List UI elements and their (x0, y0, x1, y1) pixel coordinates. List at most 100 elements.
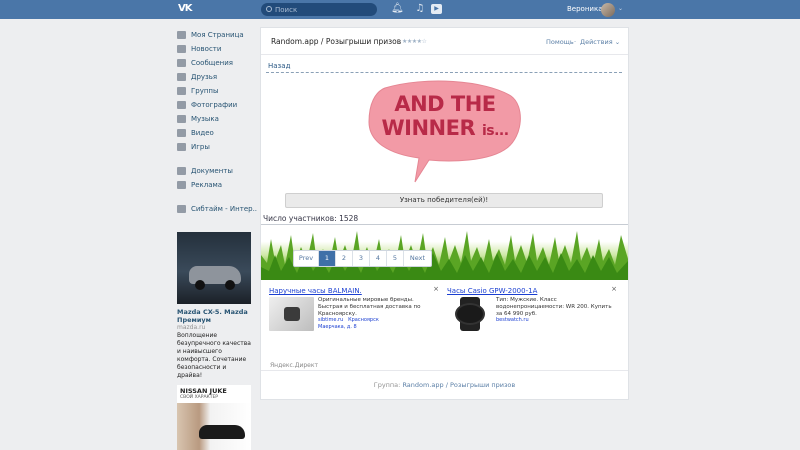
sidebar-item-messages[interactable]: Сообщения (175, 56, 255, 70)
avatar[interactable] (601, 3, 615, 17)
banner-line-1: AND THE (394, 92, 496, 116)
ad-title-link[interactable]: Часы Casio GPW-2000-1A (447, 287, 537, 295)
sidebar-item-ads[interactable]: Реклама (175, 178, 255, 192)
divider (261, 370, 628, 371)
ad-subtitle: СВОЙ ХАРАКТЕР (180, 395, 219, 400)
friends-icon (177, 73, 186, 81)
sidebar-ad-mazda[interactable]: Mazda CX-5. Mazda Премиум mazda.ru Вопло… (177, 232, 251, 380)
participants-count: Число участников: 1528 (263, 214, 359, 223)
dashed-divider (266, 72, 622, 73)
yandex-direct-label[interactable]: Яндекс.Директ (270, 362, 318, 369)
separator-dot: · (574, 38, 577, 46)
group-icon (177, 205, 186, 213)
watch-image[interactable] (447, 297, 492, 331)
ad-title: NISSAN JUKE (180, 387, 227, 395)
sidebar-item-label: Моя Страница (191, 31, 244, 39)
ad-domain-link[interactable]: sibtime.ru Красноярск (318, 317, 379, 323)
sidebar-item-label: Видео (191, 129, 214, 137)
sidebar-item-documents[interactable]: Документы (175, 164, 255, 178)
search-icon (266, 6, 272, 12)
sidebar-item-label: Друзья (191, 73, 218, 81)
ad-text: Оригинальные мировые бренды. Быстрая и б… (318, 297, 421, 317)
footer: Группа: Random.app / Розыгрыши призов (261, 381, 628, 389)
watch-image[interactable] (269, 297, 314, 331)
ad-image[interactable] (177, 232, 251, 304)
top-header: VK 🔔︎ ♫ ▶ Вероника ⌄ (0, 0, 800, 19)
messages-icon (177, 59, 186, 67)
banner-is: is... (481, 123, 509, 139)
play-icon[interactable]: ▶ (431, 4, 442, 14)
ad-source: mazda.ru (177, 324, 206, 331)
banner-winner: WINNER (381, 116, 476, 140)
search-input[interactable] (275, 3, 371, 16)
music-icon (177, 115, 186, 123)
yandex-direct-ads: Наручные часы BALMAIN. × Оригинальные ми… (266, 282, 623, 358)
app-panel: Random.app / Розыгрыши призов ★★★★☆ Помо… (261, 28, 628, 399)
sidebar-ad-nissan[interactable]: NISSAN JUKE СВОЙ ХАРАКТЕР (177, 385, 251, 450)
chevron-down-icon[interactable]: ⌄ (618, 5, 623, 12)
back-link[interactable]: Назад (268, 62, 290, 70)
sidebar-item-games[interactable]: Игры (175, 140, 255, 154)
ad-title[interactable]: Mazda CX-5. Mazda Премиум (177, 308, 251, 324)
documents-icon (177, 167, 186, 175)
sidebar-item-label: Документы (191, 167, 233, 175)
wheel (225, 280, 235, 290)
left-sidebar: Моя Страница Новости Сообщения Друзья Гр… (175, 28, 257, 216)
sidebar-item-sibtime[interactable]: Сибтайм - Интер.. (175, 202, 257, 216)
wheel (195, 280, 205, 290)
pagination-page-4[interactable]: 4 (370, 251, 387, 266)
ad-description: Воплощение безупречного качества и наивы… (177, 332, 251, 379)
sidebar-item-groups[interactable]: Группы (175, 84, 255, 98)
ad-address[interactable]: Маерчака, д. 8 (318, 324, 357, 330)
games-icon (177, 143, 186, 151)
direct-ad-balmain[interactable]: Наручные часы BALMAIN. × Оригинальные ми… (266, 282, 441, 358)
ad-domain[interactable]: sibtime.ru (318, 317, 343, 323)
pagination-page-1[interactable]: 1 (319, 251, 336, 266)
home-icon (177, 31, 186, 39)
sidebar-item-photos[interactable]: Фотографии (175, 98, 255, 112)
sidebar-item-label: Музыка (191, 115, 219, 123)
pagination-page-2[interactable]: 2 (336, 251, 353, 266)
sidebar-item-news[interactable]: Новости (175, 42, 255, 56)
pagination-page-5[interactable]: 5 (387, 251, 404, 266)
actions-menu[interactable]: Действия ⌄ (580, 38, 620, 46)
ad-city[interactable]: Красноярск (348, 317, 379, 323)
music-icon[interactable]: ♫ (414, 3, 426, 15)
bell-icon[interactable]: 🔔︎ (391, 3, 404, 15)
sidebar-item-friends[interactable]: Друзья (175, 70, 255, 84)
footer-group-link[interactable]: Random.app / Розыгрыши призов (402, 381, 515, 389)
watch-face (455, 303, 485, 325)
search-box[interactable] (261, 3, 377, 16)
groups-icon (177, 87, 186, 95)
camera-icon (177, 101, 186, 109)
sidebar-item-label: Реклама (191, 181, 223, 189)
ad-text: Тип: Мужские. Класс водонепроницаемости:… (496, 297, 612, 317)
direct-ad-casio[interactable]: Часы Casio GPW-2000-1A × Тип: Мужские. К… (444, 282, 619, 358)
sidebar-divider (175, 154, 255, 164)
ads-icon (177, 181, 186, 189)
vk-logo[interactable]: VK (178, 3, 195, 15)
close-icon[interactable]: × (611, 285, 617, 293)
winner-banner: AND THE WINNER is... (365, 78, 525, 188)
sidebar-item-label: Сообщения (191, 59, 234, 67)
news-icon (177, 45, 186, 53)
sidebar-item-my-page[interactable]: Моя Страница (175, 28, 255, 42)
page-title: Random.app / Розыгрыши призов (271, 37, 402, 46)
rating-stars: ★★★★☆ (402, 38, 427, 45)
pagination-prev-button[interactable]: Prev (294, 251, 319, 266)
close-icon[interactable]: × (433, 285, 439, 293)
sidebar-divider (175, 192, 255, 202)
sidebar-item-video[interactable]: Видео (175, 126, 255, 140)
banner-line-2: WINNER is... (365, 116, 525, 140)
ad-domain-link[interactable]: bestwatch.ru (496, 317, 529, 323)
ad-title-link[interactable]: Наручные часы BALMAIN. (269, 287, 362, 295)
pagination-page-3[interactable]: 3 (353, 251, 370, 266)
pagination-next-button[interactable]: Next (404, 251, 431, 266)
sidebar-item-label: Группы (191, 87, 219, 95)
sidebar-item-label: Фотографии (191, 101, 238, 109)
help-link[interactable]: Помощь (546, 38, 574, 46)
find-winner-button[interactable]: Узнать победителя(ей)! (285, 193, 603, 208)
sidebar-item-music[interactable]: Музыка (175, 112, 255, 126)
sidebar-item-label: Новости (191, 45, 222, 53)
user-name[interactable]: Вероника (567, 5, 602, 13)
